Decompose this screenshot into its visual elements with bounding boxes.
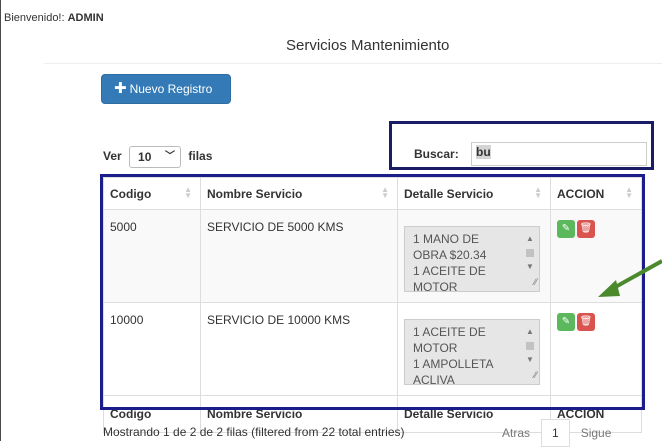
- search-input-value: bu: [476, 145, 491, 159]
- welcome-message: Bienvenido!: ADMIN: [4, 12, 104, 24]
- window-left-border: [0, 0, 1, 441]
- arrow-head: [598, 280, 620, 297]
- page-length-value: 10: [138, 150, 152, 164]
- welcome-prefix: Bienvenido!:: [4, 12, 68, 24]
- new-record-label: Nuevo Registro: [129, 82, 213, 96]
- search-label: Buscar:: [414, 147, 459, 161]
- page-length-select[interactable]: 10 ﹀: [129, 146, 182, 168]
- chevron-down-icon: ﹀: [165, 151, 176, 162]
- pagination-page-current[interactable]: 1: [541, 419, 570, 447]
- page-title: Servicios Mantenimiento: [286, 37, 450, 54]
- pagination-next[interactable]: Sigue: [570, 419, 623, 447]
- search-input[interactable]: bu: [471, 142, 647, 166]
- new-record-button[interactable]: ✚ Nuevo Registro: [101, 74, 231, 104]
- pagination-prev[interactable]: Atras: [491, 419, 541, 447]
- plus-icon: ✚: [114, 80, 127, 97]
- title-divider: [44, 63, 662, 64]
- table-highlight-box: [100, 174, 645, 410]
- annotation-arrow: [598, 259, 662, 297]
- welcome-user: ADMIN: [67, 12, 104, 24]
- pagination: Atras 1 Sigue: [491, 419, 623, 447]
- page-length-control: Ver 10 ﹀ filas: [103, 146, 212, 168]
- length-suffix: filas: [188, 149, 213, 164]
- arrow-shaft: [609, 259, 662, 292]
- length-prefix: Ver: [103, 149, 122, 164]
- table-info: Mostrando 1 de 2 de 2 filas (filtered fr…: [103, 425, 405, 439]
